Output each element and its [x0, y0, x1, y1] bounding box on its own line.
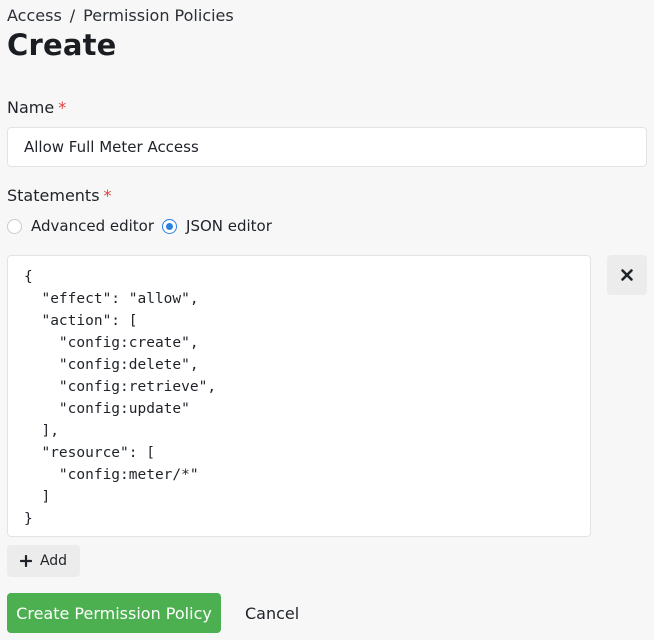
breadcrumb-item-access[interactable]: Access — [7, 6, 62, 25]
editor-mode-group: Advanced editor JSON editor — [7, 217, 280, 235]
breadcrumb-separator: / — [69, 6, 76, 25]
statements-label: Statements * — [7, 186, 112, 205]
remove-statement-button[interactable] — [607, 255, 647, 295]
add-label: Add — [39, 553, 68, 569]
advanced-editor-radio[interactable] — [7, 218, 22, 234]
statements-label-text: Statements — [7, 186, 100, 205]
required-marker: * — [103, 186, 112, 205]
create-permission-policy-button[interactable]: Create Permission Policy — [7, 593, 221, 633]
advanced-editor-option[interactable]: Advanced editor — [7, 217, 154, 235]
plus-icon — [19, 555, 32, 567]
breadcrumb-item-permission-policies[interactable]: Permission Policies — [83, 6, 234, 25]
name-input[interactable] — [7, 127, 647, 167]
advanced-editor-label: Advanced editor — [31, 217, 155, 235]
close-icon — [621, 269, 633, 281]
json-editor-radio[interactable] — [162, 218, 178, 234]
breadcrumb: Access / Permission Policies — [7, 6, 234, 25]
json-editor-option[interactable]: JSON editor — [162, 217, 272, 235]
add-statement-button[interactable]: Add — [7, 545, 80, 577]
page-title: Create — [7, 28, 117, 62]
name-label: Name * — [7, 98, 66, 117]
cancel-button[interactable]: Cancel — [231, 593, 313, 633]
json-editor-label: JSON editor — [186, 217, 272, 235]
required-marker: * — [58, 98, 67, 117]
name-label-text: Name — [7, 98, 55, 117]
statement-json-editor[interactable]: { "effect": "allow", "action": [ "config… — [7, 255, 591, 537]
